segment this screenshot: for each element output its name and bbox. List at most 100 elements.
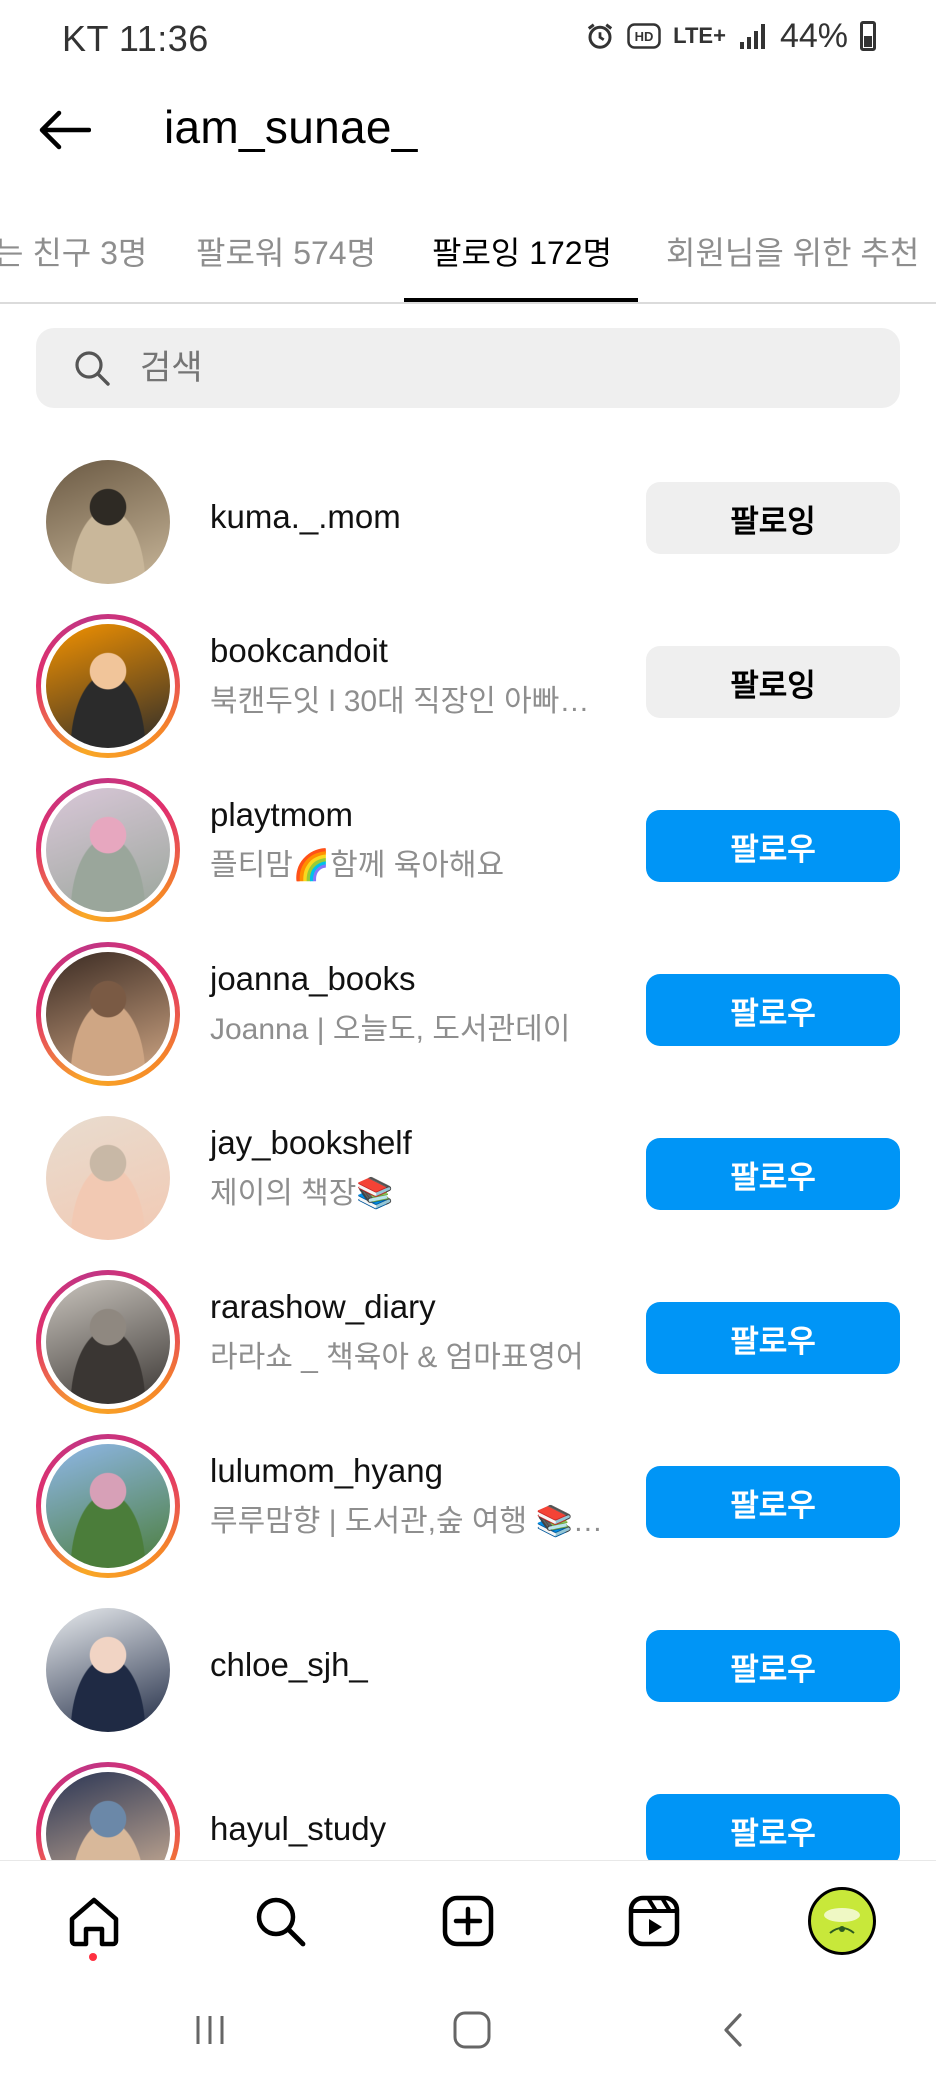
create-icon: [442, 1895, 494, 1947]
list-item[interactable]: hayul_study 팔로우: [0, 1752, 936, 1860]
username: jay_bookshelf: [210, 1124, 412, 1161]
account-info[interactable]: kuma._.mom: [210, 498, 630, 536]
following-list: kuma._.mom 팔로잉 bookcandoit 북캔두잇 l 30대 직장인 아…: [0, 440, 936, 1860]
avatar: [46, 788, 170, 912]
avatar-frame[interactable]: [36, 1106, 180, 1250]
nav-profile[interactable]: [806, 1885, 878, 1957]
account-info[interactable]: joanna_books Joanna | 오늘도, 도서관데이: [210, 960, 630, 1048]
list-item[interactable]: playtmom 플티맘🌈함께 육아해요 팔로우: [0, 768, 936, 932]
story-ring[interactable]: [36, 614, 180, 758]
avatar-frame[interactable]: [36, 450, 180, 594]
search-icon: [72, 348, 112, 388]
nav-home[interactable]: [62, 1889, 126, 1953]
hd-icon: HD: [627, 16, 661, 56]
search-input[interactable]: [140, 348, 840, 388]
carrier-time: KT 11:36: [62, 18, 209, 59]
following-button[interactable]: 팔로잉: [646, 482, 900, 554]
list-item[interactable]: kuma._.mom 팔로잉: [0, 440, 936, 604]
account-info[interactable]: lulumom_hyang 루루맘향 | 도서관,숲 여행 📚…: [210, 1452, 630, 1540]
battery-percent: 44%: [779, 16, 848, 55]
tab-following[interactable]: 팔로잉 172명: [432, 228, 612, 274]
avatar: [46, 952, 170, 1076]
header: iam_sunae_: [0, 90, 936, 170]
account-subtitle: 루루맘향 | 도서관,숲 여행 📚…: [210, 1505, 603, 1538]
avatar-border: [41, 1767, 175, 1860]
follow-button[interactable]: 팔로우: [646, 974, 900, 1046]
home-icon: [69, 1897, 119, 1947]
nav-reels[interactable]: [622, 1889, 686, 1953]
search-bar[interactable]: [36, 328, 900, 408]
back-icon: [724, 2013, 742, 2047]
username: bookcandoit: [210, 632, 388, 669]
battery-icon: [860, 21, 876, 51]
list-item[interactable]: chloe_sjh_ 팔로우: [0, 1588, 936, 1752]
avatar: [46, 1280, 170, 1404]
status-icons: HD LTE+ 44%: [585, 16, 876, 56]
account-subtitle: 라라쇼 _ 책육아 & 엄마표영어: [210, 1341, 584, 1374]
avatar-border: [41, 947, 175, 1081]
back-arrow-icon: [39, 110, 91, 150]
nav-search[interactable]: [248, 1889, 312, 1953]
avatar-frame[interactable]: [36, 1598, 180, 1742]
account-info[interactable]: playtmom 플티맘🌈함께 육아해요: [210, 796, 630, 884]
story-ring[interactable]: [36, 1434, 180, 1578]
system-nav: [0, 1980, 936, 2080]
list-item[interactable]: rarashow_diary 라라쇼 _ 책육아 & 엄마표영어 팔로우: [0, 1260, 936, 1424]
follow-button[interactable]: 팔로우: [646, 1466, 900, 1538]
reels-icon: [628, 1895, 680, 1947]
list-item[interactable]: lulumom_hyang 루루맘향 | 도서관,숲 여행 📚… 팔로우: [0, 1424, 936, 1588]
home-button-icon: [453, 2011, 491, 2049]
tab-indicator: [404, 298, 638, 302]
account-info[interactable]: chloe_sjh_: [210, 1646, 630, 1684]
page-title: iam_sunae_: [164, 101, 418, 153]
list-item[interactable]: bookcandoit 북캔두잇 l 30대 직장인 아빠… 팔로잉: [0, 604, 936, 768]
account-info[interactable]: jay_bookshelf 제이의 책장📚: [210, 1124, 630, 1212]
nav-create[interactable]: [436, 1889, 500, 1953]
account-info[interactable]: bookcandoit 북캔두잇 l 30대 직장인 아빠…: [210, 632, 630, 720]
list-item[interactable]: joanna_books Joanna | 오늘도, 도서관데이 팔로우: [0, 932, 936, 1096]
list-item[interactable]: jay_bookshelf 제이의 책장📚 팔로우: [0, 1096, 936, 1260]
avatar-border: [41, 619, 175, 753]
tab-suggested[interactable]: 회원님을 위한 추천: [666, 228, 919, 274]
profile-avatar: [808, 1887, 876, 1955]
avatar-border: [43, 1605, 173, 1735]
home-button[interactable]: [442, 2000, 502, 2060]
tab-followers[interactable]: 팔로워 574명: [196, 228, 376, 274]
system-back-button[interactable]: [704, 2000, 764, 2060]
back-button[interactable]: [34, 104, 94, 156]
alarm-icon: [585, 16, 615, 56]
avatar: [46, 1772, 170, 1860]
username: chloe_sjh_: [210, 1646, 368, 1683]
tab-mutual-friends[interactable]: 는 친구 3명: [0, 228, 147, 274]
account-info[interactable]: hayul_study: [210, 1810, 630, 1848]
notification-dot: [89, 1953, 97, 1961]
svg-text:HD: HD: [635, 29, 654, 44]
story-ring[interactable]: [36, 942, 180, 1086]
following-button[interactable]: 팔로잉: [646, 646, 900, 718]
account-subtitle: 제이의 책장📚: [210, 1177, 394, 1210]
username: hayul_study: [210, 1810, 387, 1847]
recents-button[interactable]: [180, 2000, 240, 2060]
signal-icon: [738, 16, 768, 56]
username: joanna_books: [210, 960, 416, 997]
follow-button[interactable]: 팔로우: [646, 1302, 900, 1374]
story-ring[interactable]: [36, 778, 180, 922]
follow-button[interactable]: 팔로우: [646, 1794, 900, 1860]
avatar: [46, 1444, 170, 1568]
follow-button[interactable]: 팔로우: [646, 1138, 900, 1210]
network-type: LTE+: [673, 23, 726, 48]
account-subtitle: 플티맘🌈함께 육아해요: [210, 849, 505, 882]
username: rarashow_diary: [210, 1288, 436, 1325]
follow-button[interactable]: 팔로우: [646, 810, 900, 882]
account-subtitle: 북캔두잇 l 30대 직장인 아빠…: [210, 685, 590, 718]
recents-icon: [196, 2016, 224, 2044]
follow-button[interactable]: 팔로우: [646, 1630, 900, 1702]
avatar-border: [43, 457, 173, 587]
avatar: [46, 624, 170, 748]
story-ring[interactable]: [36, 1762, 180, 1860]
bottom-nav: [0, 1860, 936, 1980]
username: lulumom_hyang: [210, 1452, 443, 1489]
account-info[interactable]: rarashow_diary 라라쇼 _ 책육아 & 엄마표영어: [210, 1288, 630, 1376]
story-ring[interactable]: [36, 1270, 180, 1414]
avatar: [46, 460, 170, 584]
